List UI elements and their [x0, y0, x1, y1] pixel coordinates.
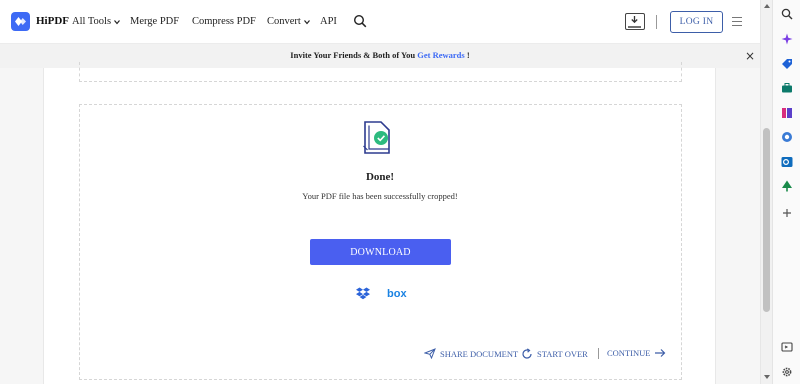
scroll-thumb[interactable] — [763, 128, 770, 312]
box-cloud-link[interactable]: box — [387, 288, 407, 300]
start-over-action[interactable]: START OVER — [521, 348, 588, 360]
scroll-up-arrow-icon[interactable] — [764, 4, 770, 8]
get-rewards-link[interactable]: Get Rewards — [417, 50, 464, 60]
nav-compress-pdf[interactable]: Compress PDF — [192, 16, 256, 27]
success-message: Your PDF file has been successfully crop… — [302, 191, 458, 201]
done-title: Done! — [365, 171, 395, 183]
chevron-down-icon — [303, 19, 310, 24]
brand-name[interactable]: HiPDF — [36, 15, 69, 27]
nav-convert-label: Convert — [267, 16, 301, 27]
scroll-down-arrow-icon[interactable] — [764, 375, 770, 379]
close-icon[interactable]: × — [745, 49, 755, 63]
arrow-right-icon — [655, 349, 666, 357]
continue-action[interactable]: CONTINUE — [607, 348, 666, 358]
nav-all-tools[interactable]: All Tools — [72, 16, 121, 27]
chevron-down-icon — [114, 19, 121, 24]
download-button[interactable]: DOWNLOAD — [310, 239, 451, 265]
briefcase-icon[interactable] — [781, 82, 793, 94]
puzzle-icon[interactable] — [781, 131, 793, 143]
sparkle-icon[interactable] — [781, 33, 793, 45]
banner-suffix: ! — [464, 50, 470, 60]
tag-icon[interactable] — [781, 58, 793, 70]
actions-divider — [598, 348, 599, 359]
download-tray-icon[interactable] — [625, 13, 645, 30]
nav-compress-pdf-label: Compress PDF — [192, 16, 256, 27]
send-icon — [424, 348, 436, 359]
share-document-label: SHARE DOCUMENT — [440, 348, 519, 359]
nav-convert[interactable]: Convert — [267, 16, 311, 27]
nav-merge-pdf-label: Merge PDF — [130, 16, 180, 27]
start-over-label: START OVER — [537, 349, 588, 359]
banner-message: Invite Your Friends & Both of You — [290, 50, 416, 60]
search-icon[interactable] — [353, 14, 367, 28]
settings-icon[interactable] — [781, 366, 793, 378]
sidebar-toggle-icon[interactable] — [781, 341, 793, 353]
nav-api[interactable]: API — [320, 16, 337, 27]
banner-text: Invite Your Friends & Both of You Get Re… — [0, 50, 760, 60]
dropbox-icon[interactable] — [356, 287, 370, 300]
document-check-icon — [363, 121, 390, 154]
previous-section-box — [79, 62, 682, 82]
top-navbar: HiPDF All Tools Merge PDF Compress PDF C… — [0, 0, 760, 44]
nav-divider — [656, 15, 657, 29]
login-button[interactable]: LOG IN — [670, 11, 723, 33]
search-icon[interactable] — [781, 8, 793, 20]
logo-icon[interactable] — [11, 12, 30, 31]
add-icon[interactable] — [781, 207, 793, 219]
refresh-icon — [522, 348, 532, 359]
nav-merge-pdf[interactable]: Merge PDF — [130, 16, 179, 27]
continue-label: CONTINUE — [607, 348, 651, 358]
outlook-icon[interactable] — [781, 156, 793, 168]
nav-api-label: API — [320, 16, 337, 27]
game-icon[interactable] — [781, 107, 793, 119]
browser-sidebar — [772, 0, 800, 384]
tree-icon[interactable] — [781, 180, 793, 192]
nav-all-tools-label: All Tools — [72, 16, 112, 27]
menu-icon[interactable] — [732, 17, 742, 27]
share-document-action[interactable]: SHARE DOCUMENT — [424, 348, 518, 359]
page-scrollbar[interactable] — [760, 0, 772, 384]
